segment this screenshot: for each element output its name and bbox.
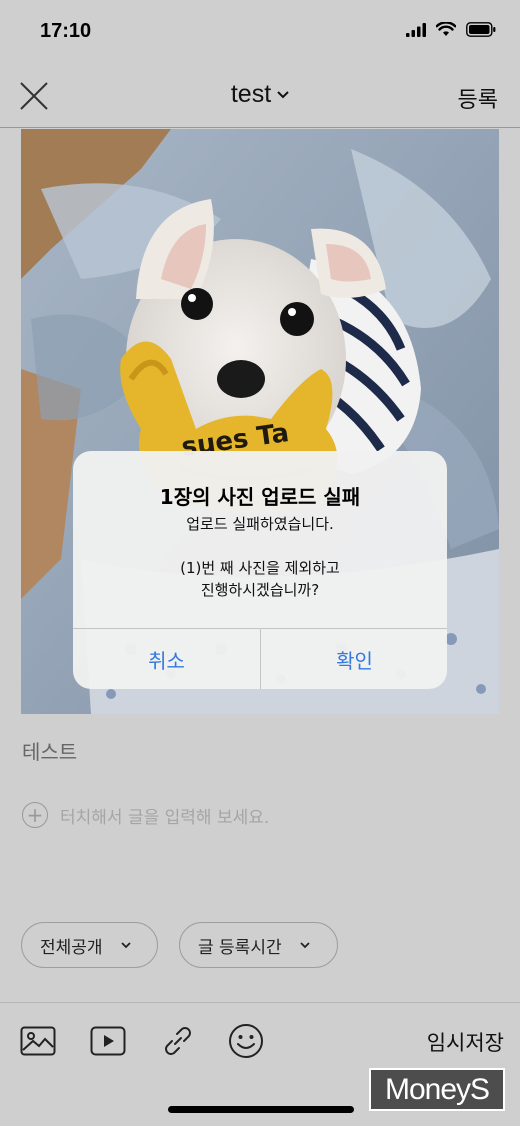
- visibility-label: 전체공개: [40, 937, 103, 958]
- emoji-icon[interactable]: [228, 1024, 264, 1058]
- dialog-message: 업로드 실패하였습니다. (1)번 째 사진을 제외하고 진행하시겠습니까?: [180, 515, 340, 599]
- blog-selector[interactable]: test: [0, 80, 520, 109]
- post-time-dropdown[interactable]: 글 등록시간: [179, 922, 338, 968]
- blog-title: test: [230, 80, 272, 108]
- image-icon[interactable]: [20, 1024, 56, 1058]
- home-indicator: [168, 1106, 354, 1113]
- video-icon[interactable]: [90, 1024, 126, 1058]
- chevron-down-icon: [277, 90, 289, 98]
- dialog-title: 1장의 사진 업로드 실패: [159, 485, 361, 509]
- visibility-dropdown[interactable]: 전체공개: [21, 922, 158, 968]
- cancel-button[interactable]: 취소: [73, 629, 260, 689]
- toolbar-divider: [0, 1002, 520, 1003]
- watermark-logo: MoneyS: [369, 1068, 505, 1111]
- editor-header: test 등록: [0, 62, 520, 128]
- chevron-down-icon: [120, 941, 131, 948]
- signal-icon: [406, 22, 426, 37]
- status-bar: 17:10: [0, 0, 520, 62]
- upload-fail-dialog: 1장의 사진 업로드 실패 업로드 실패하였습니다. (1)번 째 사진을 제외…: [73, 451, 447, 689]
- post-caption[interactable]: 테스트: [22, 736, 77, 765]
- wifi-icon: [436, 22, 456, 36]
- register-button[interactable]: 등록: [458, 82, 498, 114]
- confirm-button[interactable]: 확인: [261, 629, 447, 689]
- add-text-row[interactable]: + 터치해서 글을 입력해 보세요.: [22, 802, 269, 828]
- status-icons: [406, 22, 496, 37]
- link-icon[interactable]: [160, 1024, 196, 1058]
- chevron-down-icon: [299, 941, 310, 948]
- add-circle-icon: +: [22, 802, 48, 828]
- post-time-label: 글 등록시간: [198, 937, 282, 958]
- temp-save-button[interactable]: 임시저장: [427, 1027, 504, 1057]
- add-text-placeholder: 터치해서 글을 입력해 보세요.: [60, 807, 270, 828]
- status-time: 17:10: [40, 20, 92, 42]
- battery-icon: [466, 22, 496, 37]
